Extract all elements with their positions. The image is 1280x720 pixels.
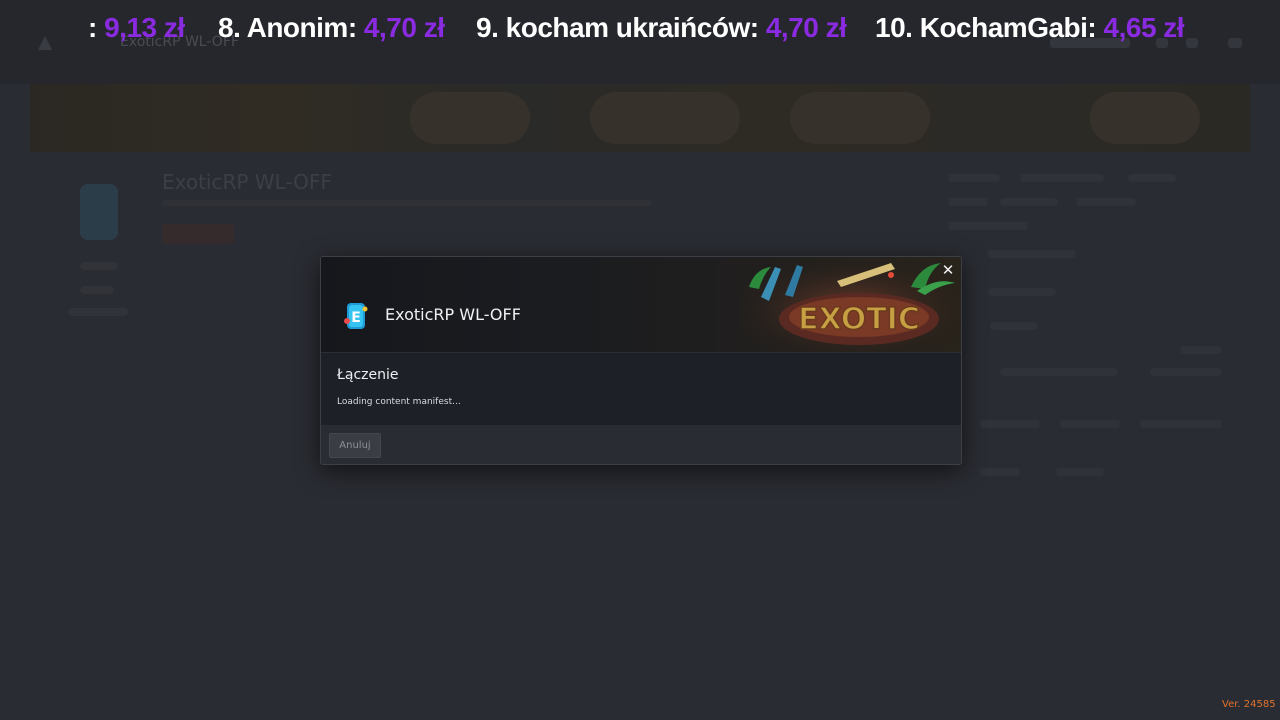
- right-placeholder: [1150, 368, 1222, 376]
- ticker-amount: 4,70 zł: [363, 12, 445, 43]
- right-placeholder: [1000, 368, 1118, 376]
- ticker-name: Anonim:: [246, 12, 358, 43]
- ticker-name: KochamGabi:: [919, 12, 1097, 43]
- right-placeholder: [1180, 346, 1222, 354]
- version-label: Ver. 24585: [1222, 699, 1276, 710]
- ticker-entry: 8. Anonim: 4,70 zł: [218, 8, 445, 48]
- ticker-rank: 8.: [218, 12, 241, 43]
- right-placeholder: [948, 222, 1028, 230]
- ticker-amount: 4,70 zł: [765, 12, 847, 43]
- ticker-rank: 10.: [875, 12, 913, 43]
- right-placeholder: [1076, 198, 1136, 206]
- side-placeholder: [80, 262, 118, 270]
- right-placeholder: [980, 420, 1040, 428]
- ticker-amount: 4,65 zł: [1103, 12, 1185, 43]
- server-banner: [30, 84, 1250, 152]
- connection-status-detail: Loading content manifest...: [337, 397, 461, 407]
- ticker-entry: 10. KochamGabi: 4,65 zł: [875, 8, 1185, 48]
- cancel-button[interactable]: Anuluj: [329, 433, 381, 458]
- dialog-footer: Anuluj: [321, 425, 961, 464]
- ticker-rank: 9.: [476, 12, 499, 43]
- server-logo-icon: E: [344, 303, 368, 329]
- right-placeholder: [980, 468, 1020, 476]
- close-button[interactable]: ✕: [939, 261, 957, 279]
- right-placeholder: [1128, 174, 1176, 182]
- server-banner-art: EXOTIC: [741, 257, 961, 352]
- side-placeholder: [68, 308, 128, 316]
- server-title: ExoticRP WL-OFF: [162, 170, 332, 194]
- ticker-entry: 9. kocham ukraińców: 4,70 zł: [476, 8, 847, 48]
- ticker-amount: 9,13 zł: [104, 12, 185, 43]
- right-placeholder: [990, 322, 1038, 330]
- dialog-server-name: ExoticRP WL-OFF: [385, 305, 521, 324]
- side-placeholder: [80, 286, 114, 294]
- right-placeholder: [1056, 468, 1104, 476]
- right-placeholder: [1000, 198, 1058, 206]
- donation-ticker: : 9,13 zł 8. Anonim: 4,70 zł 9. kocham u…: [0, 8, 1280, 48]
- dialog-body: Łączenie Loading content manifest...: [321, 353, 961, 425]
- server-tag: [162, 224, 234, 244]
- right-placeholder: [1060, 420, 1120, 428]
- ticker-entry: : 9,13 zł: [88, 8, 185, 48]
- right-placeholder: [1140, 420, 1222, 428]
- right-placeholder: [988, 250, 1076, 258]
- ticker-name: kocham ukraińców:: [505, 12, 759, 43]
- right-placeholder: [1020, 174, 1104, 182]
- connecting-dialog: EXOTIC E ExoticRP WL-OFF ✕ Łączenie Load…: [320, 256, 962, 465]
- svg-text:E: E: [351, 310, 361, 326]
- server-icon: [80, 184, 118, 240]
- right-placeholder: [948, 174, 1000, 182]
- right-placeholder: [948, 198, 988, 206]
- right-placeholder: [988, 288, 1056, 296]
- ticker-name: :: [88, 12, 97, 43]
- server-description: [162, 200, 652, 206]
- svg-text:EXOTIC: EXOTIC: [798, 302, 920, 337]
- dialog-header: EXOTIC E ExoticRP WL-OFF ✕: [321, 257, 961, 353]
- connection-status-heading: Łączenie: [337, 367, 399, 383]
